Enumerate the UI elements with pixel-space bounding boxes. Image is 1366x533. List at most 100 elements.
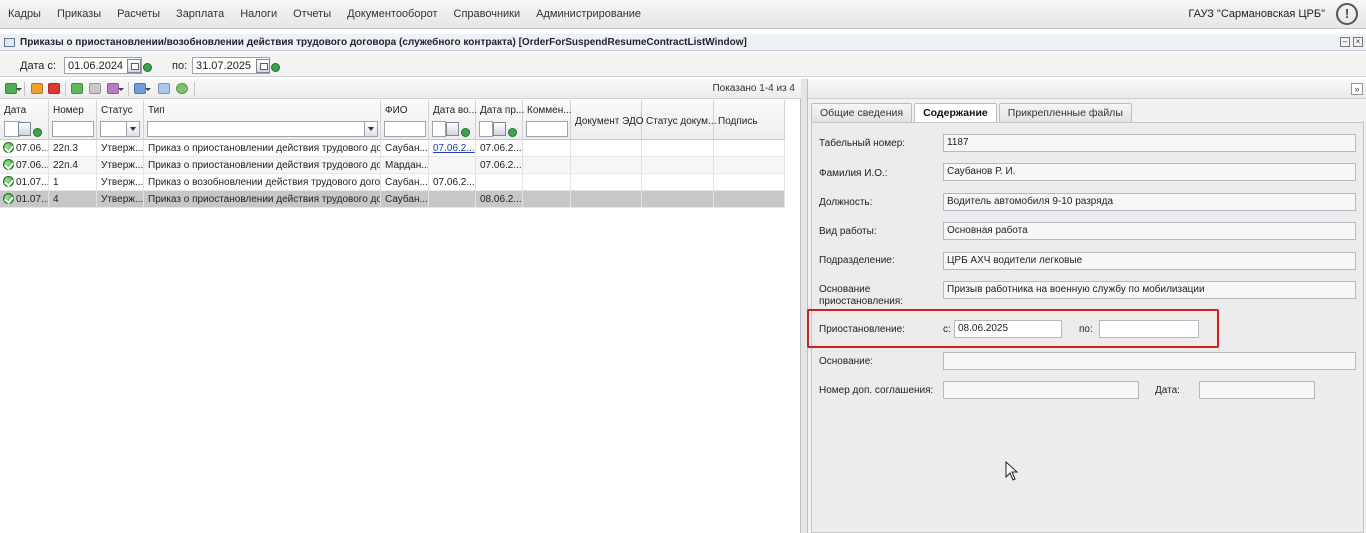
menu-item-dokumentooborot[interactable]: Документооборот: [339, 8, 445, 20]
alert-icon[interactable]: !: [1336, 3, 1358, 25]
column-header-edo-document[interactable]: Документ ЭДО: [571, 100, 644, 140]
content-form: Табельный номер: 1187 Фамилия И.О.: Сауб…: [807, 122, 1364, 533]
agreement-number-label: Номер доп. соглашения:: [819, 385, 934, 396]
menu-item-raschety[interactable]: Расчеты: [109, 8, 168, 20]
column-header-type[interactable]: Тип: [144, 100, 381, 140]
grid-header: Дата Номер Статус Тип ФИО Дата во... Дат…: [0, 100, 785, 140]
refresh-date-icon[interactable]: [461, 128, 470, 137]
refresh-date-icon[interactable]: [508, 128, 517, 137]
tab-number-field[interactable]: 1187: [943, 134, 1356, 152]
column-header-date-pr[interactable]: Дата пр...: [476, 100, 524, 140]
tab-general[interactable]: Общие сведения: [811, 103, 913, 122]
filter-number-input[interactable]: [52, 121, 94, 137]
column-header-signature[interactable]: Подпись: [714, 100, 785, 140]
suspension-reason-field[interactable]: Призыв работника на военную службу по мо…: [943, 281, 1356, 299]
date-to-label: по:: [172, 60, 188, 72]
chevron-down-icon[interactable]: [126, 122, 139, 136]
basis-label: Основание:: [819, 356, 874, 367]
filter-comment-input[interactable]: [526, 121, 568, 137]
approved-icon: [3, 176, 14, 187]
position-field[interactable]: Водитель автомобиля 9-10 разряда: [943, 193, 1356, 211]
work-type-field[interactable]: Основная работа: [943, 222, 1356, 240]
organization-name: ГАУЗ "Сармановская ЦРБ": [1188, 8, 1325, 20]
approved-icon: [3, 193, 14, 204]
approve-icon[interactable]: [71, 83, 83, 94]
close-button[interactable]: ×: [1353, 37, 1363, 47]
calendar-icon[interactable]: [493, 122, 506, 136]
filter-status-select[interactable]: [100, 121, 140, 137]
suspension-reason-label: Основание приостановления:: [819, 284, 904, 307]
table-row[interactable]: 01.07... 1 Утверж... Приказ о возобновле…: [0, 174, 785, 191]
actions-icon[interactable]: [107, 83, 124, 94]
menu-item-nalogi[interactable]: Налоги: [232, 8, 285, 20]
calendar-icon[interactable]: [256, 59, 270, 73]
fio-field[interactable]: Саубанов Р. И.: [943, 163, 1356, 181]
menu-item-administrirovanie[interactable]: Администрирование: [528, 8, 649, 20]
column-header-date[interactable]: Дата: [0, 100, 49, 140]
date-from-label: Дата с:: [20, 60, 56, 72]
menu-item-otchety[interactable]: Отчеты: [285, 8, 339, 20]
toolbar-separator: [194, 82, 195, 96]
table-row-selected[interactable]: 01.07... 4 Утверж... Приказ о приостанов…: [0, 191, 785, 208]
unapprove-icon[interactable]: [89, 83, 101, 94]
details-panel-header: »: [808, 79, 1366, 99]
chevron-down-icon[interactable]: [364, 122, 377, 136]
refresh-date-icon[interactable]: [143, 63, 152, 72]
date-filter-bar: Дата с: по:: [0, 53, 1366, 77]
refresh-icon[interactable]: [176, 83, 188, 94]
suspension-from-field[interactable]: 08.06.2025: [954, 320, 1062, 338]
window-title: Приказы о приостановлении/возобновлении …: [20, 36, 747, 48]
suspension-from-label: с:: [943, 324, 951, 335]
toolbar-separator: [24, 82, 25, 96]
work-type-label: Вид работы:: [819, 226, 877, 237]
column-header-number[interactable]: Номер: [49, 100, 97, 140]
orders-grid: Дата Номер Статус Тип ФИО Дата во... Дат…: [0, 100, 785, 208]
column-header-comment[interactable]: Коммен...: [523, 100, 572, 140]
table-row[interactable]: 07.06... 22п.3 Утверж... Приказ о приост…: [0, 140, 785, 157]
basis-field[interactable]: [943, 352, 1356, 370]
tab-content[interactable]: Содержание: [914, 103, 997, 122]
minimize-button[interactable]: –: [1340, 37, 1350, 47]
department-field[interactable]: ЦРБ АХЧ водители легковые: [943, 252, 1356, 270]
edit-icon[interactable]: [31, 83, 43, 94]
calendar-icon[interactable]: [127, 59, 141, 73]
suspension-label: Приостановление:: [819, 324, 905, 335]
tab-attached-files[interactable]: Прикрепленные файлы: [998, 103, 1132, 122]
export-icon[interactable]: [158, 83, 170, 94]
refresh-date-icon[interactable]: [271, 63, 280, 72]
column-header-date-vo[interactable]: Дата во...: [429, 100, 477, 140]
window-icon: [4, 37, 15, 47]
calendar-icon[interactable]: [18, 122, 31, 136]
menu-item-spravochniki[interactable]: Справочники: [446, 8, 529, 20]
column-header-fio[interactable]: ФИО: [381, 100, 429, 140]
approved-icon: [3, 159, 14, 170]
menu-item-prikazy[interactable]: Приказы: [49, 8, 109, 20]
filter-type-select[interactable]: [147, 121, 378, 137]
menu-item-zarplata[interactable]: Зарплата: [168, 8, 232, 20]
department-label: Подразделение:: [819, 255, 895, 266]
calendar-icon[interactable]: [446, 122, 459, 136]
orders-list-panel: Показано 1-4 из 4 Дата Номер Статус Тип: [0, 79, 801, 533]
add-icon[interactable]: [5, 83, 22, 94]
delete-icon[interactable]: [48, 83, 60, 94]
refresh-date-icon[interactable]: [33, 128, 42, 137]
agreement-date-field[interactable]: [1199, 381, 1315, 399]
date-link[interactable]: 07.06.2...: [433, 143, 475, 154]
print-icon[interactable]: [134, 83, 151, 94]
details-panel: » Общие сведения Содержание Прикрепленны…: [807, 79, 1366, 533]
column-header-document-status[interactable]: Статус докум...: [642, 100, 716, 140]
collapse-panel-icon[interactable]: »: [1351, 83, 1363, 95]
table-row[interactable]: 07.06... 22п.4 Утверж... Приказ о приост…: [0, 157, 785, 174]
menu-item-kadry[interactable]: Кадры: [0, 8, 49, 20]
suspension-to-field[interactable]: [1099, 320, 1199, 338]
suspension-to-label: по:: [1079, 324, 1093, 335]
agreement-number-field[interactable]: [943, 381, 1139, 399]
approved-icon: [3, 142, 14, 153]
agreement-date-label: Дата:: [1155, 385, 1180, 396]
details-tabs: Общие сведения Содержание Прикрепленные …: [811, 103, 1134, 122]
filter-date-pr-input[interactable]: [479, 121, 493, 137]
filter-fio-input[interactable]: [384, 121, 426, 137]
column-header-status[interactable]: Статус: [97, 100, 144, 140]
filter-date-vo-input[interactable]: [432, 121, 446, 137]
fio-label: Фамилия И.О.:: [819, 168, 888, 179]
